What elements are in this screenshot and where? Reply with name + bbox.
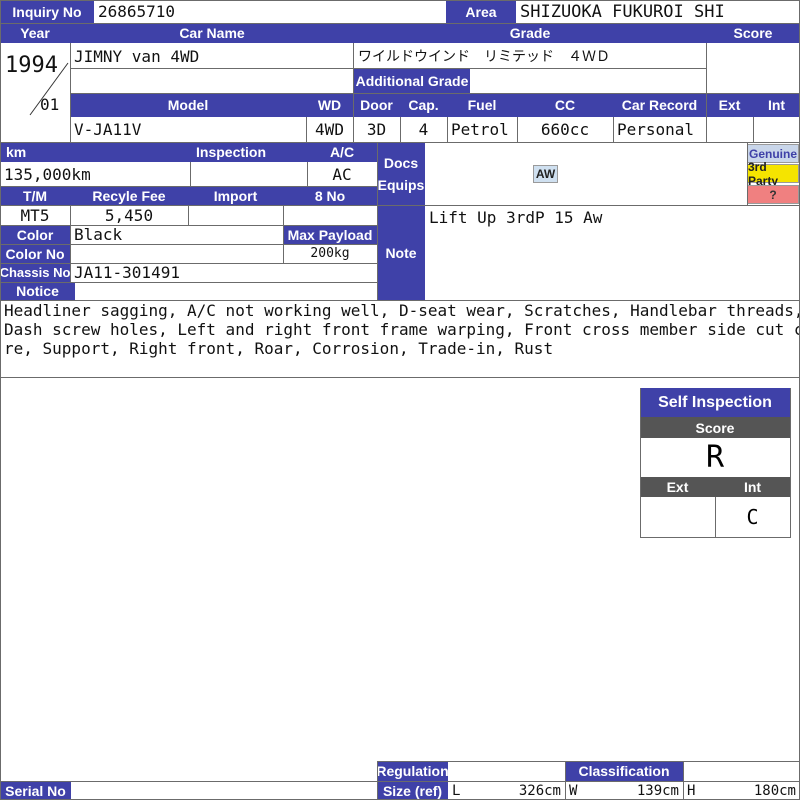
- color-no-label: Color No: [0, 244, 70, 263]
- self-inspection-int-value: C: [715, 497, 790, 537]
- inquiry-no-value: 26865710: [94, 0, 446, 23]
- size-ref-label: Size (ref): [377, 781, 448, 800]
- grade-label: Grade: [354, 23, 706, 43]
- fuel-value: Petrol: [447, 117, 517, 142]
- note-value: Lift Up 3rdP 15 Aw: [425, 206, 800, 300]
- equips-area: [425, 142, 747, 206]
- self-inspection-ext-value: [640, 497, 715, 537]
- serial-no-value: [71, 781, 377, 800]
- serial-no-label: Serial No: [0, 781, 71, 800]
- self-inspection-score-label: Score: [640, 417, 790, 438]
- inspection-label: Inspection: [190, 142, 307, 162]
- notice-header-fill: [75, 282, 377, 300]
- size-w-cell: W 139cm: [565, 781, 683, 800]
- color-no-value: [70, 244, 283, 263]
- year-cell: 1994 01: [0, 43, 70, 142]
- wd-value: 4WD: [306, 117, 353, 142]
- size-l-value: 326cm: [518, 782, 561, 799]
- equips-label: Equips: [377, 177, 425, 193]
- cap-value: 4: [400, 117, 447, 142]
- int-label: Int: [753, 93, 800, 117]
- self-inspection-int-label: Int: [715, 477, 790, 497]
- recycle-fee-value: 5,450: [70, 205, 188, 225]
- equip-badge-aw: AW: [533, 165, 558, 183]
- year-divider: [29, 62, 69, 116]
- notice-line: Dash screw holes, Left and right front f…: [4, 320, 800, 339]
- max-payload-value: 200kg: [283, 244, 377, 263]
- additional-grade-value: [470, 68, 706, 93]
- ext-label: Ext: [706, 93, 753, 117]
- cap-label: Cap.: [400, 93, 447, 117]
- legend-unknown: ?: [747, 185, 799, 204]
- self-inspection-title: Self Inspection: [640, 388, 790, 417]
- classification-label: Classification: [565, 761, 683, 781]
- int-value: [753, 117, 800, 142]
- max-payload-label: Max Payload: [283, 225, 377, 244]
- notice-line: re, Support, Right front, Roar, Corrosio…: [4, 339, 554, 358]
- inquiry-no-label: Inquiry No: [0, 0, 94, 23]
- size-l-label: L: [452, 782, 461, 799]
- note-label: Note: [377, 206, 425, 300]
- size-w-value: 139cm: [636, 782, 679, 799]
- month-value: 01: [40, 95, 60, 114]
- size-h-cell: H 180cm: [683, 781, 800, 800]
- tm-value: MT5: [0, 205, 70, 225]
- ac-label: A/C: [307, 142, 377, 162]
- color-label: Color: [0, 225, 70, 244]
- km-value: 135,000km: [0, 162, 190, 186]
- import-label: Import: [188, 186, 283, 205]
- cc-label: CC: [517, 93, 613, 117]
- cc-value: 660cc: [517, 117, 613, 142]
- ext-value: [706, 117, 753, 142]
- eight-no-value: [283, 205, 377, 225]
- door-label: Door: [353, 93, 400, 117]
- size-w-label: W: [569, 782, 578, 799]
- model-label: Model: [70, 93, 306, 117]
- regulation-label: Regulation: [377, 761, 448, 781]
- tm-label: T/M: [0, 186, 70, 205]
- legend-third-party: 3rd Party: [747, 160, 799, 188]
- classification-value: [683, 761, 800, 781]
- car-record-value: Personal: [613, 117, 706, 142]
- km-label: km: [0, 142, 190, 162]
- eight-no-label: 8 No: [283, 186, 377, 205]
- size-h-label: H: [687, 782, 696, 799]
- docs-equips-label: Docs Equips: [377, 142, 425, 206]
- wd-label: WD: [306, 93, 353, 117]
- area-value: SHIZUOKA FUKUROI SHI: [516, 0, 800, 23]
- notice-text: Headliner sagging, A/C not working well,…: [0, 300, 800, 377]
- ac-value: AC: [307, 162, 377, 186]
- size-h-value: 180cm: [753, 782, 796, 799]
- door-value: 3D: [353, 117, 400, 142]
- docs-label: Docs: [383, 155, 419, 171]
- notice-label: Notice: [0, 282, 75, 300]
- year-label: Year: [0, 23, 70, 43]
- notice-line: Headliner sagging, A/C not working well,…: [4, 301, 800, 320]
- chassis-no-label: Chassis No: [0, 263, 70, 282]
- regulation-value: [448, 761, 565, 781]
- additional-grade-label: Additional Grade: [354, 68, 470, 93]
- model-value: V-JA11V: [70, 117, 306, 142]
- area-label: Area: [446, 0, 516, 23]
- car-name-label: Car Name: [70, 23, 354, 43]
- import-value: [188, 205, 283, 225]
- size-l-cell: L 326cm: [448, 781, 565, 800]
- chassis-no-value: JA11-301491: [70, 263, 377, 282]
- car-record-label: Car Record: [613, 93, 706, 117]
- score-value: [706, 43, 800, 93]
- inspection-value: [190, 162, 307, 186]
- grade-value: ワイルドウインド リミテッド ４ＷＤ: [354, 43, 706, 68]
- self-inspection-ext-label: Ext: [640, 477, 715, 497]
- self-inspection-score: R: [640, 438, 790, 477]
- fuel-label: Fuel: [447, 93, 517, 117]
- color-value: Black: [70, 225, 283, 244]
- recycle-fee-label: Recyle Fee: [70, 186, 188, 205]
- score-label: Score: [706, 23, 800, 43]
